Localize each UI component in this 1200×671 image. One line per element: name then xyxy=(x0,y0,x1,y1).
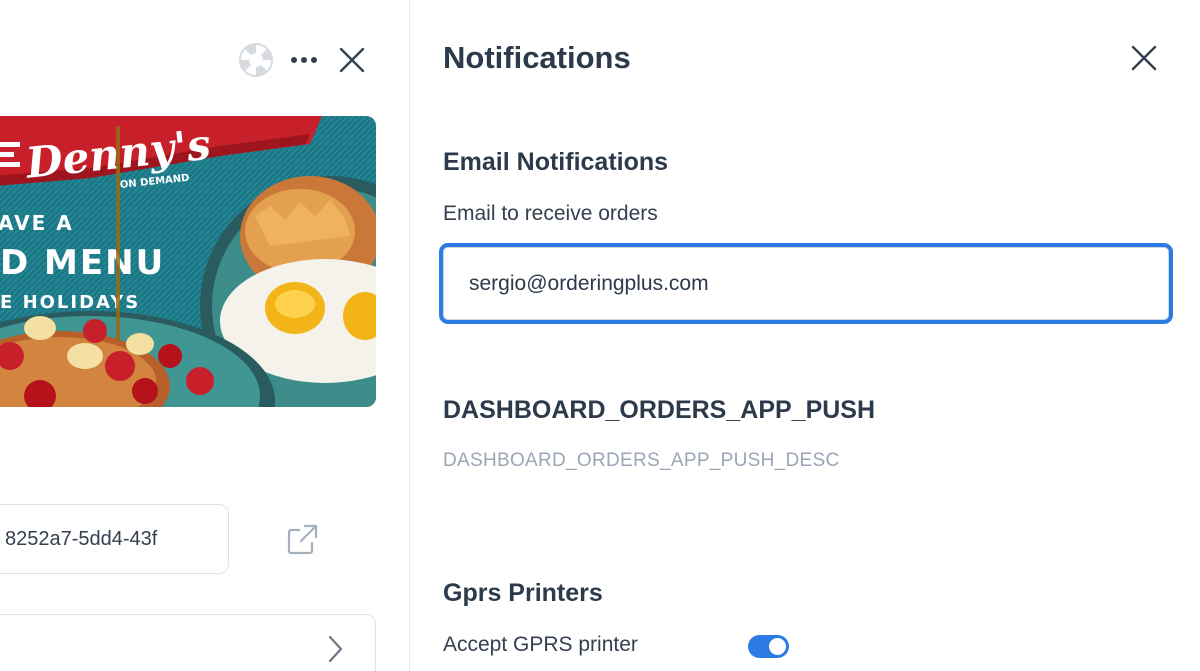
open-external-link-button[interactable] xyxy=(282,520,322,560)
toggle-knob xyxy=(769,638,786,655)
banner-line-1: AVE A xyxy=(0,211,74,235)
close-notifications-button[interactable] xyxy=(1126,40,1162,76)
app-push-heading: DASHBOARD_ORDERS_APP_PUSH xyxy=(443,396,876,424)
external-link-icon xyxy=(287,524,318,555)
business-uuid-field[interactable]: 8252a7-5dd4-43f xyxy=(0,504,229,574)
business-uuid-text: 8252a7-5dd4-43f xyxy=(5,527,158,550)
gprs-printers-heading: Gprs Printers xyxy=(443,579,603,607)
email-notifications-heading: Email Notifications xyxy=(443,148,669,176)
notifications-title: Notifications xyxy=(443,40,631,75)
email-field-label: Email to receive orders xyxy=(443,202,658,225)
accept-gprs-label: Accept GPRS printer xyxy=(443,633,638,656)
lifebuoy-icon xyxy=(239,43,273,77)
more-options-button[interactable] xyxy=(284,40,324,80)
panel-actions xyxy=(236,40,372,80)
close-icon xyxy=(339,47,365,73)
app-push-description: DASHBOARD_ORDERS_APP_PUSH_DESC xyxy=(443,450,840,471)
close-icon xyxy=(1131,45,1157,71)
more-horizontal-icon xyxy=(291,57,317,63)
app-root: Denny's ON DEMAND AVE A D MENU E HOLIDAY… xyxy=(0,0,1200,671)
help-button[interactable] xyxy=(236,40,276,80)
email-orders-input[interactable] xyxy=(439,243,1173,324)
banner-line-2: D MENU xyxy=(0,243,165,283)
accept-gprs-toggle[interactable] xyxy=(748,635,789,658)
business-banner-image: Denny's ON DEMAND AVE A D MENU E HOLIDAY… xyxy=(0,116,376,407)
business-detail-panel: Denny's ON DEMAND AVE A D MENU E HOLIDAY… xyxy=(0,0,409,671)
close-detail-button[interactable] xyxy=(332,40,372,80)
banner-artwork: Denny's ON DEMAND AVE A D MENU E HOLIDAY… xyxy=(0,116,376,407)
navigation-card[interactable] xyxy=(0,614,376,671)
notifications-panel: Notifications Email Notifications Email … xyxy=(410,0,1200,671)
chevron-right-icon xyxy=(323,633,347,665)
